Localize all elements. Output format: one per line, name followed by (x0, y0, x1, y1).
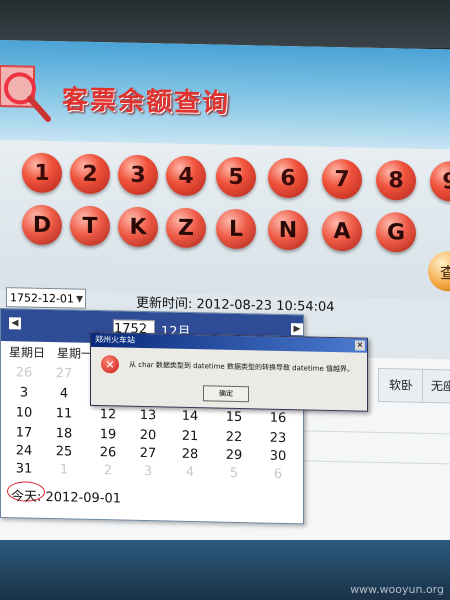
station-keypad: 1 2 3 4 5 6 7 8 9 D T K Z L N A G (0, 140, 450, 300)
monitor-bezel-bottom: www.wooyun.org (0, 540, 450, 600)
calendar-day[interactable]: 5 (219, 466, 249, 487)
dialog-message: 从 char 数据类型到 datetime 数据类型的转换导致 datetime… (129, 360, 355, 374)
error-dialog: 郑州火车站 ✕ ✕ 从 char 数据类型到 datetime 数据类型的转换导… (90, 331, 368, 412)
key-5[interactable]: 5 (216, 156, 256, 198)
calendar-day[interactable]: 11 (49, 406, 79, 427)
key-1[interactable]: 1 (22, 152, 62, 194)
calendar-day[interactable]: 3 (9, 385, 39, 406)
key-8[interactable]: 8 (376, 159, 416, 201)
calendar-day[interactable]: 14 (175, 409, 205, 430)
next-month-icon[interactable]: ▶ (291, 323, 303, 336)
header-banner: 客票余额查询 (0, 40, 450, 150)
grid-header-no-seat: 无座 (422, 368, 450, 404)
calendar-day[interactable]: 2 (93, 463, 123, 484)
calendar-day[interactable]: 10 (9, 405, 39, 426)
key-4[interactable]: 4 (166, 155, 206, 197)
key-7[interactable]: 7 (322, 158, 362, 200)
ok-button[interactable]: 确定 (203, 385, 249, 403)
calendar-day[interactable]: 1 (49, 462, 79, 483)
dialog-title: 郑州火车站 (91, 332, 367, 353)
key-g[interactable]: G (376, 211, 416, 253)
watermark: www.wooyun.org (350, 583, 444, 596)
date-select-value: 1752-12-01 (10, 291, 74, 306)
calendar-day[interactable]: 4 (49, 386, 79, 407)
key-a[interactable]: A (322, 210, 362, 252)
key-2[interactable]: 2 (70, 153, 110, 195)
close-icon[interactable]: ✕ (355, 340, 365, 351)
key-9[interactable]: 9 (430, 161, 450, 202)
calendar-day[interactable]: 4 (175, 465, 205, 486)
calendar-day[interactable]: 12 (93, 407, 123, 428)
calendar-day[interactable]: 16 (263, 411, 293, 432)
calendar-day[interactable]: 31 (9, 461, 39, 482)
magnifier-logo-icon (0, 64, 51, 123)
calendar-day[interactable]: 27 (49, 366, 79, 387)
grid-header-soft-sleeper: 软卧 (378, 367, 424, 403)
key-3[interactable]: 3 (118, 154, 158, 196)
today-label[interactable]: 今天: 2012-09-01 (11, 485, 121, 506)
weekday-sun: 星期日 (9, 345, 46, 360)
page-title: 客票余额查询 (62, 85, 231, 119)
screen: 客票余额查询 1 2 3 4 5 6 7 8 9 D T K Z L N A G… (0, 40, 450, 555)
key-t[interactable]: T (70, 205, 110, 247)
weekday-mon: 星期一 (57, 346, 94, 361)
calendar-day[interactable]: 6 (263, 467, 293, 488)
calendar-day[interactable]: 13 (133, 408, 163, 429)
key-k[interactable]: K (118, 206, 158, 248)
key-z[interactable]: Z (166, 207, 206, 249)
date-select[interactable]: 1752-12-01 ▼ (6, 287, 86, 309)
key-l[interactable]: L (216, 208, 256, 250)
calendar-day[interactable]: 15 (219, 410, 249, 431)
calendar-day[interactable]: 26 (9, 365, 39, 386)
calendar-day[interactable]: 3 (133, 464, 163, 485)
key-6[interactable]: 6 (268, 157, 308, 199)
key-d[interactable]: D (22, 204, 62, 246)
chevron-down-icon: ▼ (76, 294, 83, 305)
error-icon: ✕ (101, 355, 119, 374)
key-n[interactable]: N (268, 209, 308, 251)
prev-month-icon[interactable]: ◀ (9, 317, 21, 330)
